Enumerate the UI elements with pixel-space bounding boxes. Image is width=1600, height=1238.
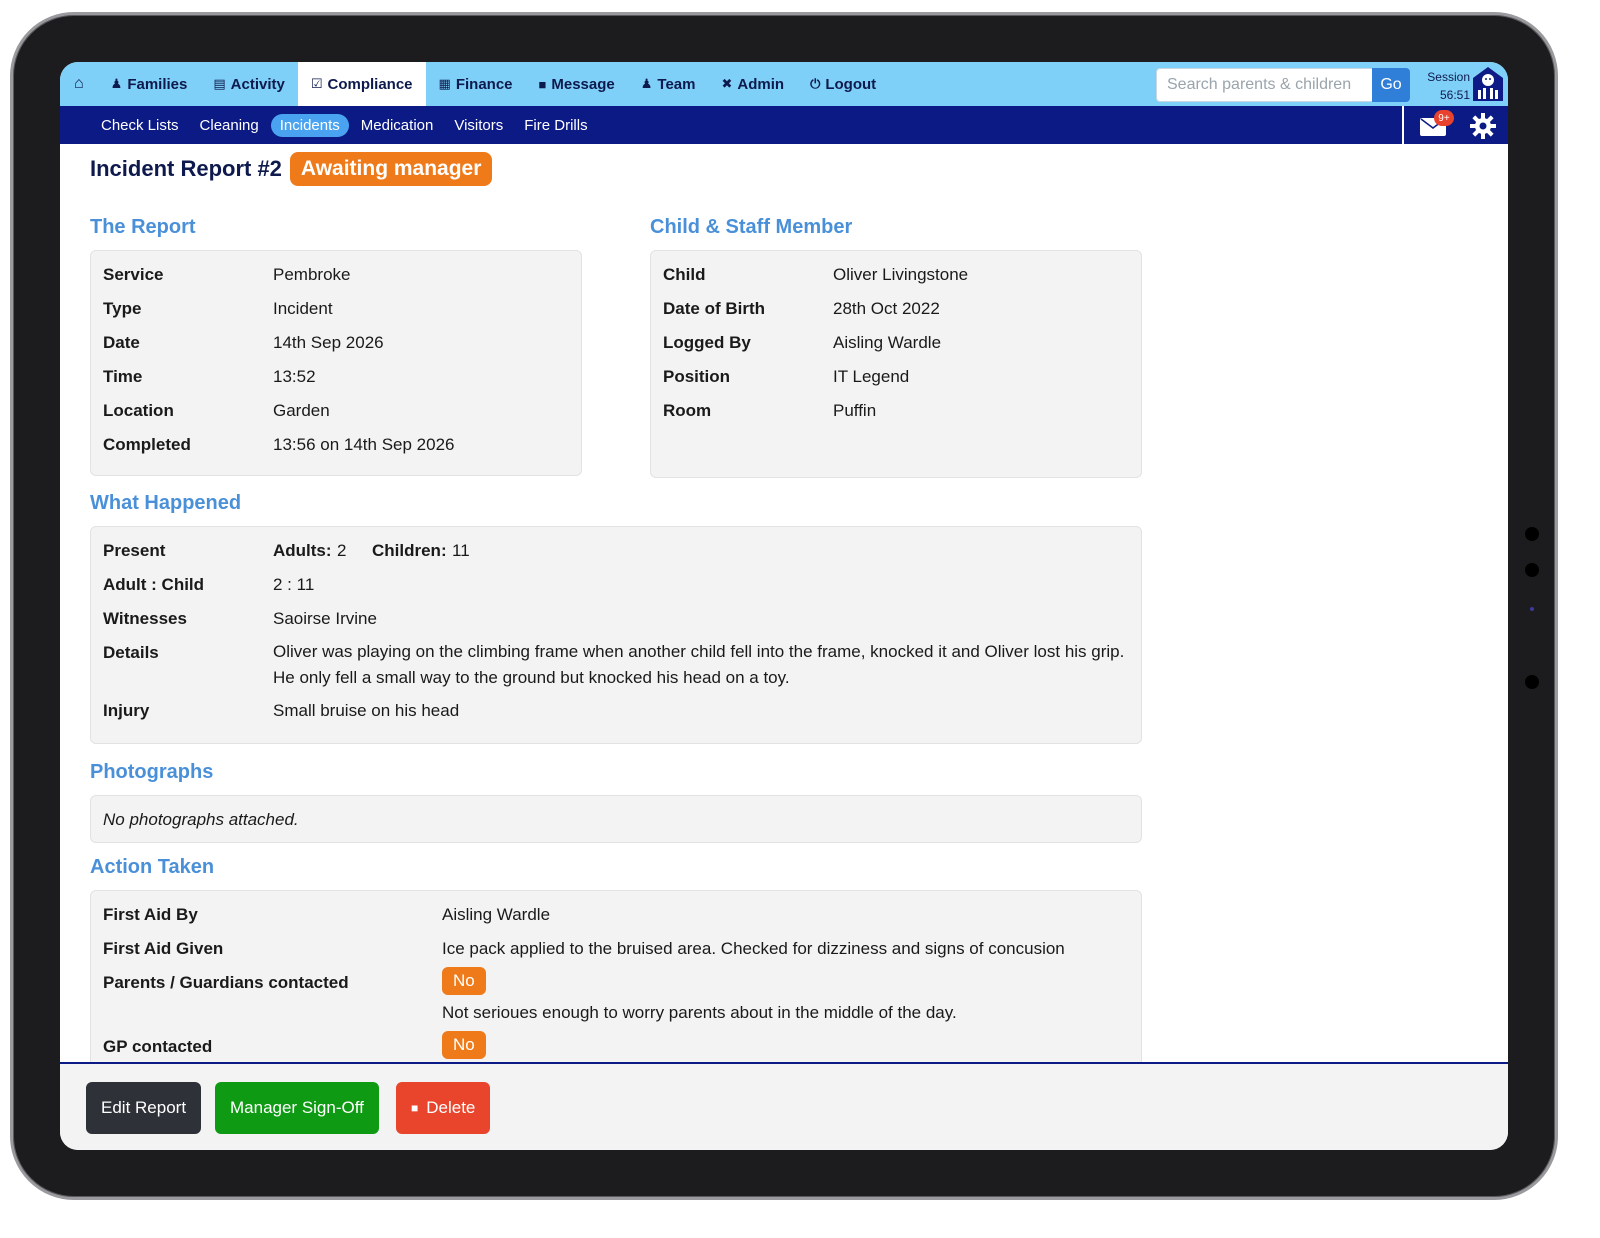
- status-badge: Awaiting manager: [289, 152, 493, 186]
- search-input[interactable]: [1156, 68, 1372, 102]
- section-what-happened: What Happened: [90, 492, 242, 514]
- sub-nav: Check Lists Cleaning Incidents Medicatio…: [60, 106, 1508, 144]
- power-icon: ⏻: [810, 76, 821, 91]
- nav-team[interactable]: ♟ Team: [628, 62, 709, 106]
- camera-led: [1530, 607, 1534, 611]
- photographs-panel: No photographs attached.: [90, 795, 1142, 843]
- nav-families[interactable]: ♟ Families: [98, 62, 201, 106]
- subnav-check-lists[interactable]: Check Lists: [92, 114, 188, 137]
- subnav-fire-drills[interactable]: Fire Drills: [515, 114, 596, 137]
- report-title-row: Incident Report #2 Awaiting manager: [90, 152, 493, 186]
- subnav-visitors[interactable]: Visitors: [445, 114, 512, 137]
- home-icon: ⌂: [74, 75, 84, 92]
- search-go-button[interactable]: Go: [1372, 68, 1410, 102]
- the-report-panel: Service Pembroke Type Incident Date 14th…: [90, 250, 582, 476]
- checklist-icon: ☑: [310, 76, 323, 91]
- child-staff-panel: Child Oliver Livingstone Date of Birth 2…: [650, 250, 1142, 478]
- subnav-cleaning[interactable]: Cleaning: [191, 114, 268, 137]
- action-footer: Edit Report Manager Sign-Off ■ Delete: [60, 1062, 1508, 1150]
- nav-activity[interactable]: ▤ Activity: [200, 62, 297, 106]
- nav-finance[interactable]: ▦ Finance: [426, 62, 526, 106]
- subnav-incidents[interactable]: Incidents: [270, 113, 349, 137]
- person-icon: ♟: [640, 76, 653, 91]
- subnav-medication[interactable]: Medication: [352, 114, 443, 137]
- nav-admin[interactable]: ✖ Admin: [708, 62, 797, 106]
- volume-button: [1328, 1197, 1384, 1200]
- camera-dot: [1525, 527, 1539, 541]
- section-photographs: Photographs: [90, 761, 214, 783]
- edit-report-button[interactable]: Edit Report: [86, 1082, 202, 1134]
- home-nav-button[interactable]: ⌂: [60, 62, 98, 106]
- gp-contacted-badge: No: [442, 1031, 486, 1059]
- chat-icon: ■: [538, 76, 547, 92]
- clipboard-icon: ▤: [213, 76, 226, 91]
- app-logo-icon[interactable]: [1472, 66, 1504, 102]
- bank-icon: ▦: [438, 76, 451, 91]
- sensor-dot: [1525, 563, 1539, 577]
- app-screen: ⌂ ♟ Families ▤ Activity ☑ Compliance ▦ F…: [60, 62, 1508, 1150]
- subnav-tools: 9+: [1402, 106, 1508, 144]
- nav-compliance[interactable]: ☑ Compliance: [297, 62, 426, 106]
- delete-button[interactable]: ■ Delete: [396, 1082, 491, 1134]
- nav-message[interactable]: ■ Message: [526, 62, 628, 106]
- section-action-taken: Action Taken: [90, 856, 215, 878]
- volume-button-2: [1396, 1197, 1452, 1200]
- trash-icon: ■: [411, 1101, 419, 1115]
- no-photos-text: No photographs attached.: [103, 810, 299, 829]
- sensor-dot-2: [1525, 675, 1539, 689]
- gear-icon[interactable]: [1470, 113, 1496, 139]
- family-icon: ♟: [110, 76, 123, 91]
- section-child-staff: Child & Staff Member: [650, 216, 853, 238]
- manager-signoff-button[interactable]: Manager Sign-Off: [215, 1082, 379, 1134]
- parents-contacted-badge: No: [442, 967, 486, 995]
- search-group: Go: [1156, 68, 1410, 102]
- nav-logout[interactable]: ⏻ Logout: [797, 62, 889, 106]
- top-nav: ⌂ ♟ Families ▤ Activity ☑ Compliance ▦ F…: [60, 62, 1508, 106]
- tools-icon: ✖: [721, 76, 733, 91]
- action-taken-panel: First Aid By Aisling Wardle First Aid Gi…: [90, 890, 1142, 1090]
- section-the-report: The Report: [90, 216, 196, 238]
- mail-badge: 9+: [1434, 110, 1454, 126]
- session-timer: Session 56:51: [1427, 70, 1470, 102]
- what-happened-panel: Present Adults: 2 Children: 11 Adult : C…: [90, 526, 1142, 744]
- page-title: Incident Report #2: [90, 156, 282, 181]
